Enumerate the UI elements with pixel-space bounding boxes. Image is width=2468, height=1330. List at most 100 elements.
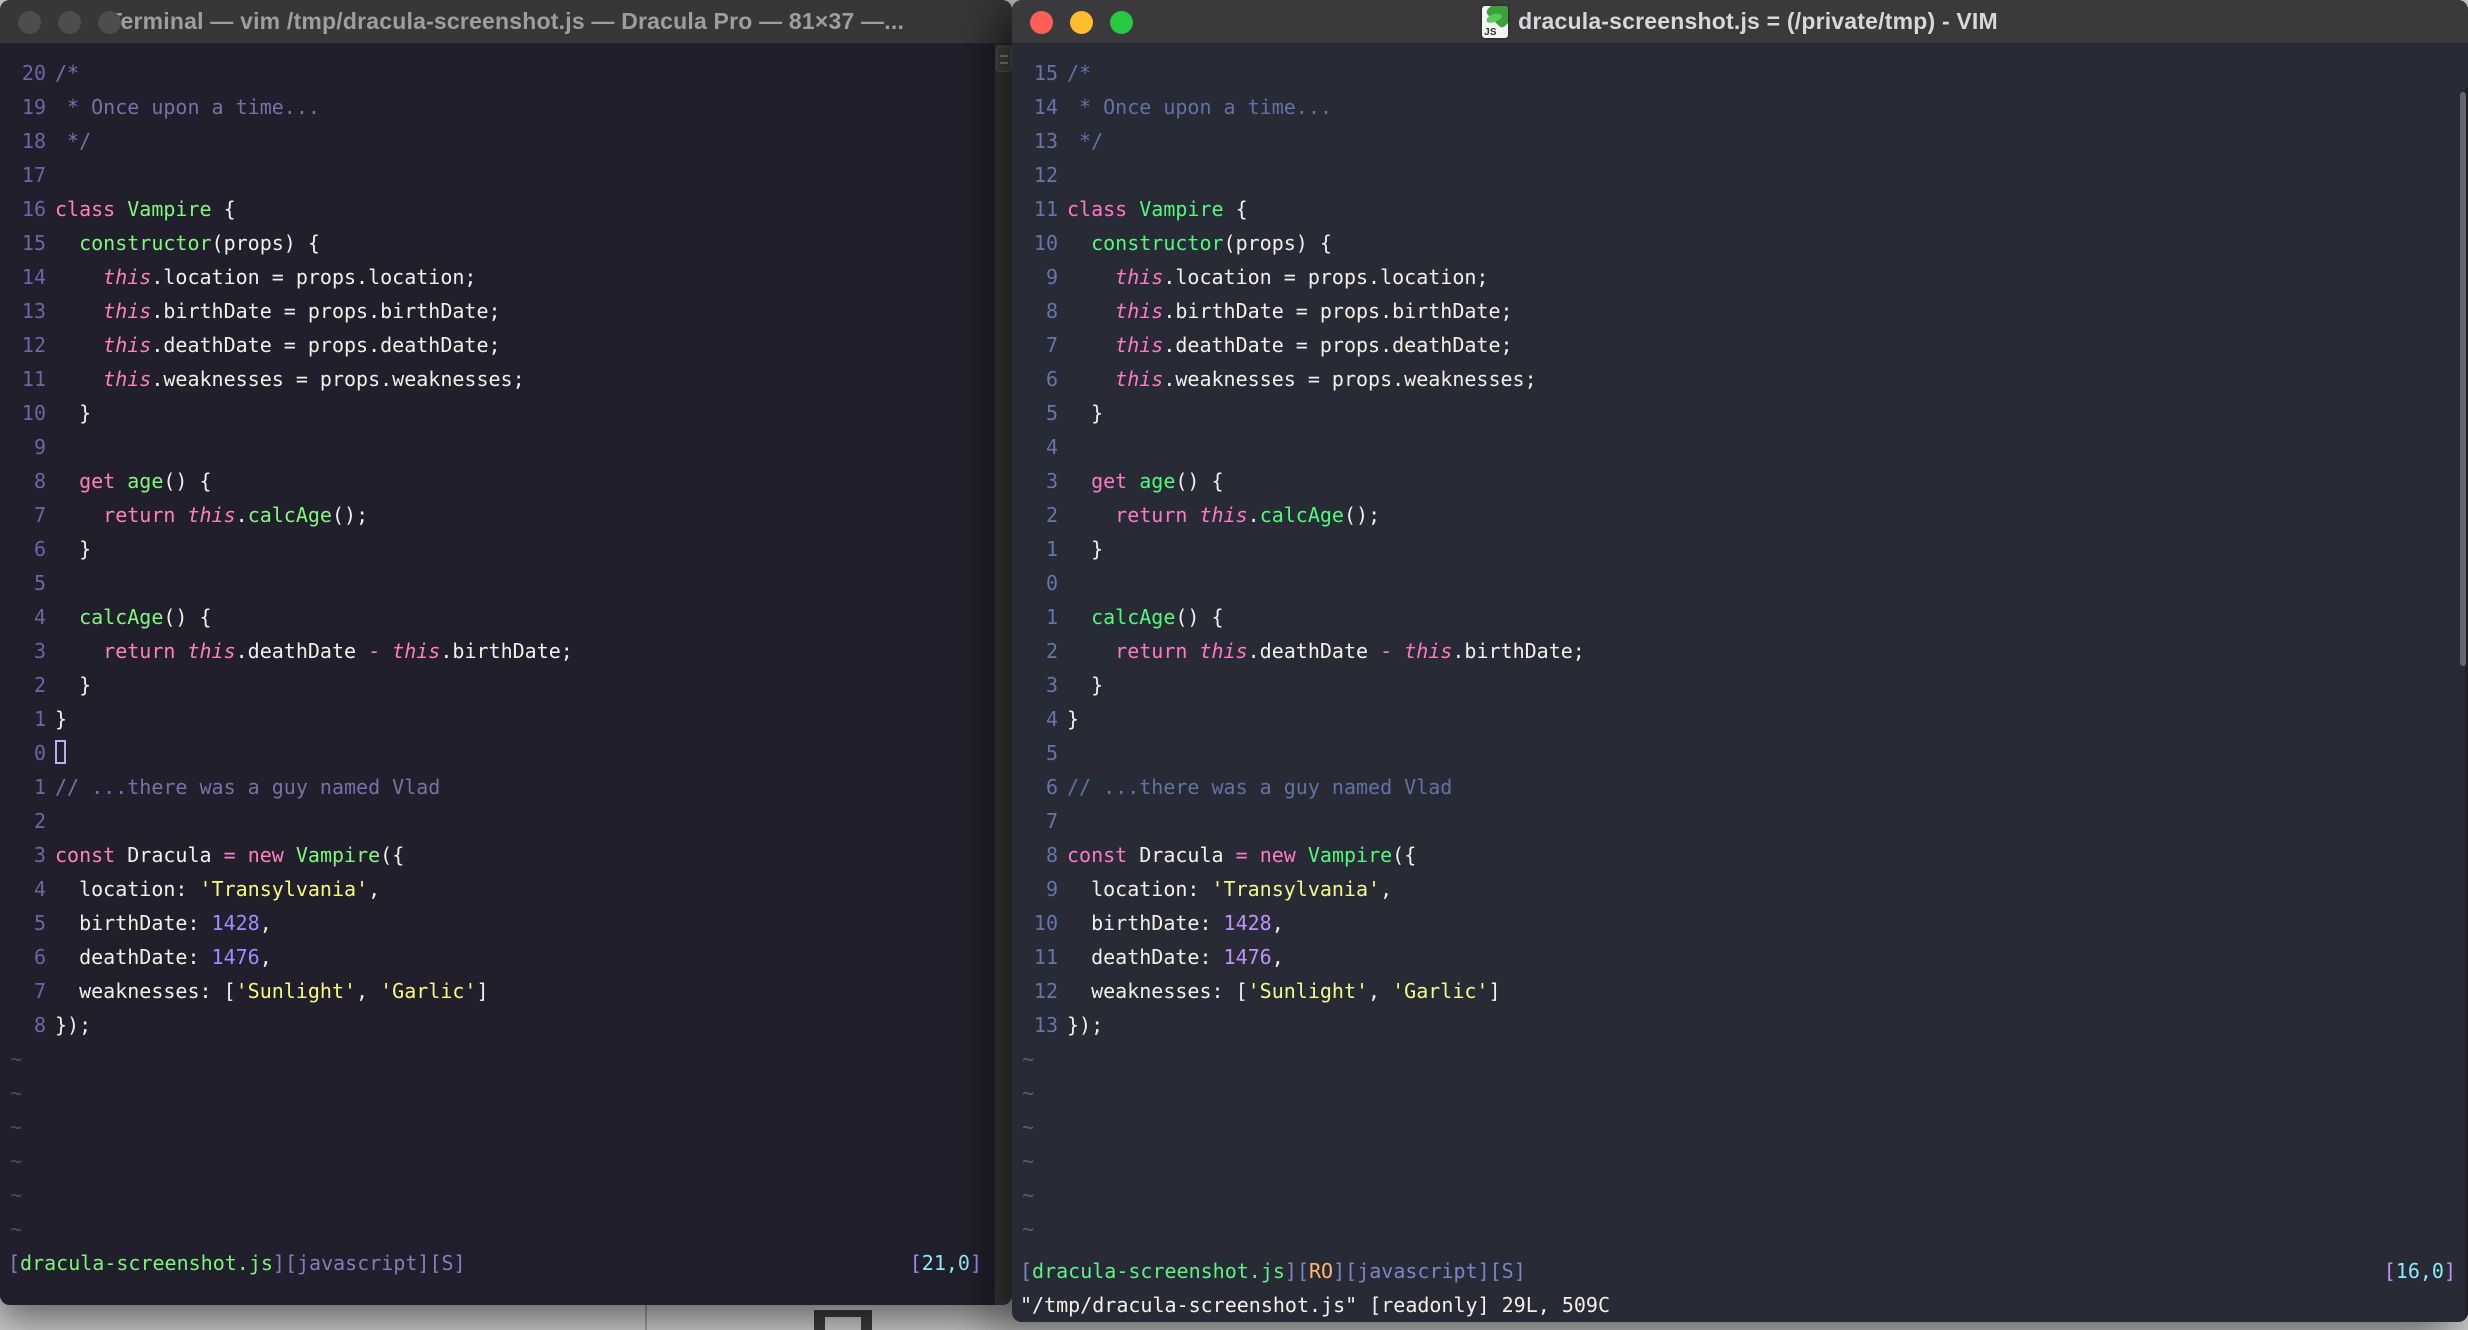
- code-line: 5 birthDate: 1428,: [0, 906, 994, 940]
- code-text: const Dracula = new Vampire({: [1067, 843, 1417, 867]
- zoom-button[interactable]: [98, 10, 121, 34]
- line-number: 18: [21, 129, 46, 153]
- code-line: 17: [0, 158, 994, 192]
- empty-line-tilde: ~: [10, 1115, 23, 1139]
- line-number: 12: [1033, 979, 1058, 1003]
- code-line: 16 class Vampire {: [0, 192, 994, 226]
- code-line: 12 this.deathDate = props.deathDate;: [0, 328, 994, 362]
- terminal-titlebar[interactable]: Terminal — vim /tmp/dracula-screenshot.j…: [0, 0, 1012, 44]
- code-text: deathDate: 1476,: [55, 945, 272, 969]
- statusline-cursor-position: [16,0]: [2383, 1259, 2456, 1283]
- code-line: 2 return this.calcAge();: [1012, 498, 2468, 532]
- code-line: 15 constructor(props) {: [0, 226, 994, 260]
- code-line: 13});: [1012, 1008, 2468, 1042]
- code-line: 3 get age() {: [1012, 464, 2468, 498]
- macvim-titlebar[interactable]: JS dracula-screenshot.js = (/private/tmp…: [1012, 0, 2468, 44]
- code-text: location: 'Transylvania',: [1067, 877, 1393, 901]
- code-line: 3 return this.deathDate - this.birthDate…: [0, 634, 994, 668]
- line-number: 2: [33, 809, 46, 833]
- line-number: 7: [33, 979, 46, 1003]
- vim-buffer-left[interactable]: 20/* 19 * Once upon a time... 18 */17 16 cla…: [0, 44, 994, 1305]
- line-number: 6: [33, 945, 46, 969]
- code-text: }: [55, 401, 92, 425]
- empty-line-tilde: ~: [10, 1081, 23, 1105]
- split-pane-button[interactable]: [996, 46, 1012, 72]
- vim-statusline: [dracula-screenshot.js][RO][javascript][…: [1012, 1254, 2468, 1288]
- line-number: 3: [1045, 673, 1058, 697]
- line-number: 15: [21, 231, 46, 255]
- line-number: 12: [1033, 163, 1058, 187]
- line-number: 2: [1045, 639, 1058, 663]
- code-line: 8});: [0, 1008, 994, 1042]
- code-line: 10 birthDate: 1428,: [1012, 906, 2468, 940]
- code-line: 6 // ...there was a guy named Vlad: [1012, 770, 2468, 804]
- code-text: });: [55, 1013, 92, 1037]
- line-number: 2: [33, 673, 46, 697]
- zoom-button[interactable]: [1110, 10, 1133, 34]
- line-number: 13: [21, 299, 46, 323]
- close-button[interactable]: [18, 10, 41, 34]
- code-line: 7 this.deathDate = props.deathDate;: [1012, 328, 2468, 362]
- empty-line-tilde: ~: [10, 1047, 23, 1071]
- code-line: 15 /*: [1012, 56, 2468, 90]
- line-number: 1: [33, 775, 46, 799]
- line-number: 9: [1045, 265, 1058, 289]
- code-text: }: [55, 537, 92, 561]
- code-text: }: [1067, 401, 1104, 425]
- code-text: const Dracula = new Vampire({: [55, 843, 405, 867]
- scrollbar-thumb[interactable]: [2460, 92, 2466, 666]
- code-text: return this.deathDate - this.birthDate;: [1115, 639, 1585, 663]
- empty-line-tilde: ~: [1022, 1081, 1035, 1105]
- code-line: 11 deathDate: 1476,: [1012, 940, 2468, 974]
- code-line: 6 this.weaknesses = props.weaknesses;: [1012, 362, 2468, 396]
- empty-line-tilde: ~: [1022, 1149, 1035, 1173]
- minimize-button[interactable]: [58, 10, 81, 34]
- line-number: 10: [1033, 231, 1058, 255]
- code-text: this.deathDate = props.deathDate;: [1115, 333, 1513, 357]
- code-text: }: [1067, 537, 1104, 561]
- code-line: 20 /*: [0, 56, 994, 90]
- line-number: 8: [1045, 299, 1058, 323]
- minimize-button[interactable]: [1070, 10, 1093, 34]
- line-number: 5: [33, 571, 46, 595]
- code-text: weaknesses: ['Sunlight', 'Garlic']: [1067, 979, 1501, 1003]
- line-number: 14: [1033, 95, 1058, 119]
- empty-line-tilde: ~: [1022, 1217, 1035, 1241]
- code-text: * Once upon a time...: [55, 95, 320, 119]
- code-line: 14 this.location = props.location;: [0, 260, 994, 294]
- code-text: return this.calcAge();: [103, 503, 369, 527]
- code-line: 13 */: [1012, 124, 2468, 158]
- code-line: 9: [0, 430, 994, 464]
- code-line: 4}: [1012, 702, 2468, 736]
- line-number: 4: [1045, 435, 1058, 459]
- line-number: 0: [33, 741, 46, 765]
- code-line: 7 weaknesses: ['Sunlight', 'Garlic']: [0, 974, 994, 1008]
- terminal-scrollbar[interactable]: [994, 44, 1012, 1305]
- line-number: 13: [1033, 1013, 1058, 1037]
- code-text: }: [1067, 707, 1080, 731]
- code-text: birthDate: 1428,: [55, 911, 272, 935]
- line-number: 3: [33, 843, 46, 867]
- code-text: });: [1067, 1013, 1104, 1037]
- code-line: 6 deathDate: 1476,: [0, 940, 994, 974]
- code-line: 7 return this.calcAge();: [0, 498, 994, 532]
- code-line: 19 * Once upon a time...: [0, 90, 994, 124]
- line-number: 8: [33, 469, 46, 493]
- close-button[interactable]: [1030, 10, 1053, 34]
- line-number: 4: [33, 605, 46, 629]
- line-number: 8: [1045, 843, 1058, 867]
- code-text: /*: [1067, 61, 1092, 85]
- window-title: JS dracula-screenshot.js = (/private/tmp…: [1482, 5, 1998, 38]
- code-text: */: [1067, 129, 1104, 153]
- code-text: this.birthDate = props.birthDate;: [103, 299, 501, 323]
- code-text: class Vampire {: [55, 197, 236, 221]
- code-line: 18 */: [0, 124, 994, 158]
- code-text: calcAge() {: [79, 605, 212, 629]
- line-number: 20: [21, 61, 46, 85]
- code-text: this.weaknesses = props.weaknesses;: [103, 367, 525, 391]
- vim-buffer-right[interactable]: 15/* 14 * Once upon a time... 13 */12 11 cla…: [1012, 44, 2468, 1322]
- line-number: 4: [33, 877, 46, 901]
- code-line: 1}: [0, 702, 994, 736]
- line-number: 1: [1045, 605, 1058, 629]
- line-number: 8: [33, 1013, 46, 1037]
